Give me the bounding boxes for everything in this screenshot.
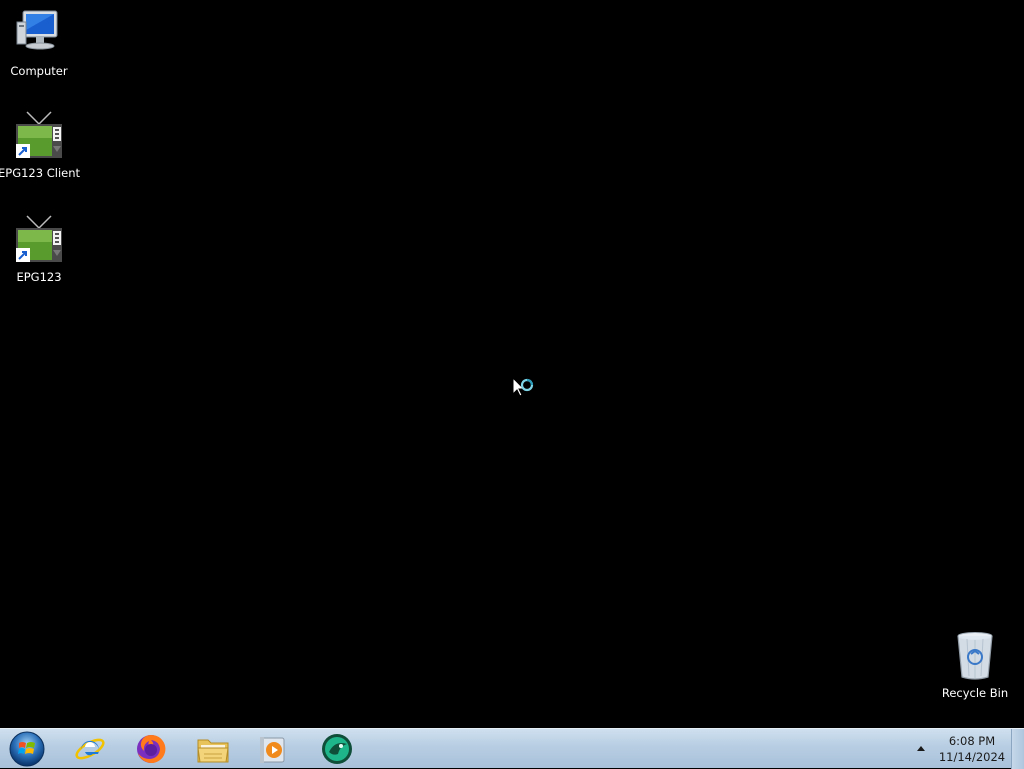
desktop-icon-recycle-bin[interactable]: Recycle Bin xyxy=(935,630,1015,700)
taskbar-explorer-button[interactable] xyxy=(185,730,241,768)
internet-explorer-icon xyxy=(75,738,105,760)
recycle-bin-icon xyxy=(949,630,1001,682)
desktop-icon-label: EPG123 xyxy=(16,270,62,284)
desktop-icon-epg123-client[interactable]: EPG123 Client xyxy=(0,110,81,180)
teal-app-icon xyxy=(322,734,352,764)
taskbar-app-button[interactable] xyxy=(309,730,365,768)
firefox-icon xyxy=(137,734,166,763)
desktop-icon-label: EPG123 Client xyxy=(0,166,81,180)
media-player-icon xyxy=(260,737,285,763)
start-button[interactable] xyxy=(4,730,50,768)
computer-icon xyxy=(13,8,65,60)
chevron-up-icon xyxy=(917,746,925,751)
busy-cursor-icon xyxy=(511,376,541,406)
clock-time: 6:08 PM xyxy=(948,734,996,748)
system-tray: 6:08 PM 11/14/2024 xyxy=(914,729,1008,769)
desktop[interactable]: Computer EPG123 Client EPG123 Recycle Bi… xyxy=(0,0,1024,728)
taskbar-firefox-button[interactable] xyxy=(123,730,179,768)
desktop-icon-computer[interactable]: Computer xyxy=(0,8,79,78)
tv-shortcut-icon xyxy=(13,214,65,266)
desktop-icon-label: Computer xyxy=(10,64,68,78)
clock-date: 11/14/2024 xyxy=(938,750,1006,764)
clock[interactable]: 6:08 PM 11/14/2024 xyxy=(936,729,1008,769)
taskbar: 6:08 PM 11/14/2024 xyxy=(0,728,1024,769)
folder-icon xyxy=(197,739,229,763)
desktop-icon-epg123[interactable]: EPG123 xyxy=(0,214,79,284)
show-hidden-icons-button[interactable] xyxy=(914,742,928,756)
desktop-icon-label: Recycle Bin xyxy=(941,686,1009,700)
windows-start-orb-icon xyxy=(9,731,45,767)
taskbar-media-player-button[interactable] xyxy=(245,730,301,768)
taskbar-ie-button[interactable] xyxy=(62,730,118,768)
tv-shortcut-icon xyxy=(13,110,65,162)
show-desktop-button[interactable] xyxy=(1011,729,1024,769)
